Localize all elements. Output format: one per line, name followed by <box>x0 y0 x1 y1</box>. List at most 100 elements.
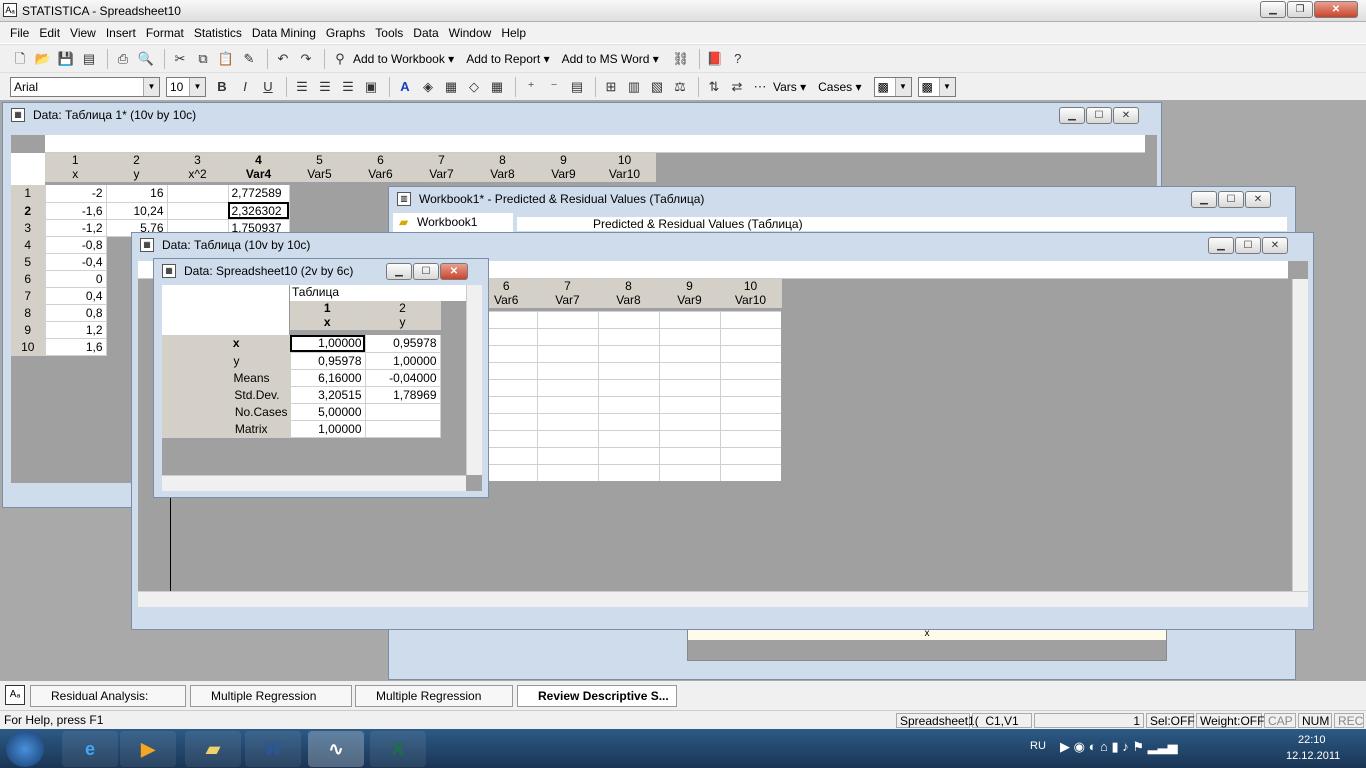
cell[interactable]: 6,16000 <box>290 369 366 387</box>
close-button[interactable]: ✕ <box>1113 107 1139 124</box>
select-icon[interactable]: ⋯ <box>750 77 770 97</box>
maximize-button[interactable]: ☐ <box>1218 191 1244 208</box>
column-header[interactable]: 5 Var5 <box>289 153 351 182</box>
clock-date[interactable]: 12.12.2011 <box>1286 750 1340 762</box>
menu-insert[interactable]: Insert <box>106 26 136 40</box>
cell[interactable]: -1,2 <box>45 219 107 237</box>
cell[interactable]: 1,2 <box>45 321 107 339</box>
clock-time[interactable]: 22:10 <box>1298 734 1326 746</box>
italic-button[interactable]: I <box>235 77 255 97</box>
cell[interactable] <box>365 403 441 421</box>
minimize-button[interactable]: ▁ <box>1191 191 1217 208</box>
row-header[interactable]: x <box>162 335 291 353</box>
marker-icon[interactable]: ◇ <box>464 77 484 97</box>
row-header[interactable]: 4 <box>11 236 46 254</box>
pdf-icon[interactable]: ▤ <box>79 49 99 69</box>
cut-icon[interactable]: ✂ <box>170 49 190 69</box>
minimize-button[interactable]: ▁ <box>1260 1 1286 18</box>
cell[interactable]: -2 <box>45 185 107 203</box>
statistica-taskbar-icon[interactable]: ∿ <box>308 731 364 767</box>
close-button[interactable]: ✕ <box>1314 1 1358 18</box>
binoculars-icon[interactable]: ⚲ <box>330 49 350 69</box>
align-center-icon[interactable]: ☰ <box>315 77 335 97</box>
row-header[interactable]: 2 <box>11 202 46 220</box>
explorer-icon[interactable]: ▰ <box>185 731 241 767</box>
word-icon[interactable]: W <box>245 731 301 767</box>
maximize-button[interactable]: ☐ <box>1235 237 1261 254</box>
vars-button[interactable]: Vars ▾ <box>773 80 806 94</box>
font-color-icon[interactable]: A <box>395 77 415 97</box>
weight-icon[interactable]: ⚖ <box>670 77 690 97</box>
add-to-workbook-button[interactable]: Add to Workbook ▾ <box>353 52 454 66</box>
row-header[interactable]: 9 <box>11 321 46 339</box>
cell[interactable]: -0,8 <box>45 236 107 254</box>
menu-format[interactable]: Format <box>146 26 184 40</box>
redo-icon[interactable]: ↷ <box>296 49 316 69</box>
column-header[interactable]: 1x <box>45 153 107 182</box>
tab-multiple-regression-2[interactable]: Multiple Regression Result... <box>355 685 513 723</box>
statistica-icon[interactable]: Aₐ <box>3 3 17 17</box>
column-header[interactable]: 2y <box>365 301 441 330</box>
cell[interactable]: 0,95978 <box>290 352 366 370</box>
column-header[interactable]: 7 Var7 <box>537 279 599 308</box>
horizontal-scrollbar[interactable] <box>138 591 1308 607</box>
cell[interactable] <box>365 420 441 438</box>
sort-icon[interactable]: ⇅ <box>704 77 724 97</box>
menu-data[interactable]: Data <box>413 26 438 40</box>
column-header[interactable]: 7 Var7 <box>411 153 473 182</box>
new-icon[interactable]: 🗋 <box>10 49 30 69</box>
menu-help[interactable]: Help <box>501 26 526 40</box>
menu-window[interactable]: Window <box>449 26 492 40</box>
column-header[interactable]: 4 Var4 <box>228 153 290 182</box>
row-header[interactable]: 10 <box>11 338 46 356</box>
statistica-icon[interactable]: Aₐ <box>5 685 25 705</box>
vertical-scrollbar[interactable] <box>466 285 482 475</box>
close-button[interactable]: ✕ <box>440 263 468 280</box>
book-icon[interactable]: 📕 <box>705 49 725 69</box>
chevron-down-icon[interactable]: ▼ <box>938 77 955 96</box>
undo-icon[interactable]: ↶ <box>273 49 293 69</box>
help-icon[interactable]: ? <box>728 49 748 69</box>
font-select[interactable]: Arial ▼ <box>10 76 160 97</box>
replace-icon[interactable]: ⇄ <box>727 77 747 97</box>
column-header[interactable]: 8 Var8 <box>472 153 534 182</box>
cell[interactable] <box>167 202 229 220</box>
crop-icon[interactable]: ⊞ <box>601 77 621 97</box>
horizontal-scrollbar[interactable] <box>162 475 466 491</box>
cell[interactable]: 16 <box>106 185 168 203</box>
cell[interactable]: 1,00000 <box>365 352 441 370</box>
menu-statistics[interactable]: Statistics <box>194 26 242 40</box>
menu-data-mining[interactable]: Data Mining <box>252 26 316 40</box>
close-button[interactable]: ✕ <box>1262 237 1288 254</box>
add-to-report-button[interactable]: Add to Report ▾ <box>466 52 549 66</box>
column-header[interactable]: 6 Var6 <box>350 153 412 182</box>
cell[interactable]: 3,20515 <box>290 386 366 404</box>
chevron-down-icon[interactable]: ▼ <box>143 77 159 96</box>
cell[interactable]: 1,6 <box>45 338 107 356</box>
column-header[interactable]: 9 Var9 <box>533 153 595 182</box>
menu-file[interactable]: File <box>10 26 29 40</box>
language-indicator[interactable]: RU <box>1030 740 1046 752</box>
align-right-icon[interactable]: ☰ <box>338 77 358 97</box>
stats-icon[interactable]: ▥ <box>624 77 644 97</box>
filter-icon[interactable]: ▧ <box>647 77 667 97</box>
cell[interactable]: 0 <box>45 270 107 288</box>
cell[interactable]: -1,6 <box>45 202 107 220</box>
fill-color-icon[interactable]: ◈ <box>418 77 438 97</box>
column-header[interactable]: 10 Var10 <box>594 153 656 182</box>
row-header[interactable]: 6 <box>11 270 46 288</box>
selected-cell[interactable]: 1,00000 <box>290 335 366 353</box>
tab-multiple-regression-1[interactable]: Multiple Regression Result... <box>190 685 352 723</box>
bold-button[interactable]: B <box>212 77 232 97</box>
tray-icons[interactable]: ▶ ◉ ◐ ⌂ ▮ ♪ ⚑ ▂▃▅ <box>1060 739 1178 755</box>
print-preview-icon[interactable]: 🔍 <box>136 49 156 69</box>
decimals-less-icon[interactable]: ⁻ <box>544 77 564 97</box>
cell[interactable]: 1,00000 <box>290 420 366 438</box>
tree-item-workbook1[interactable]: Workbook1 <box>417 215 477 229</box>
format-icon[interactable]: ▣ <box>361 77 381 97</box>
open-icon[interactable]: 📂 <box>33 49 53 69</box>
excel-icon[interactable]: X <box>370 731 426 767</box>
close-button[interactable]: ✕ <box>1245 191 1271 208</box>
cell[interactable] <box>167 185 229 203</box>
row-header[interactable]: 1 <box>11 185 46 203</box>
